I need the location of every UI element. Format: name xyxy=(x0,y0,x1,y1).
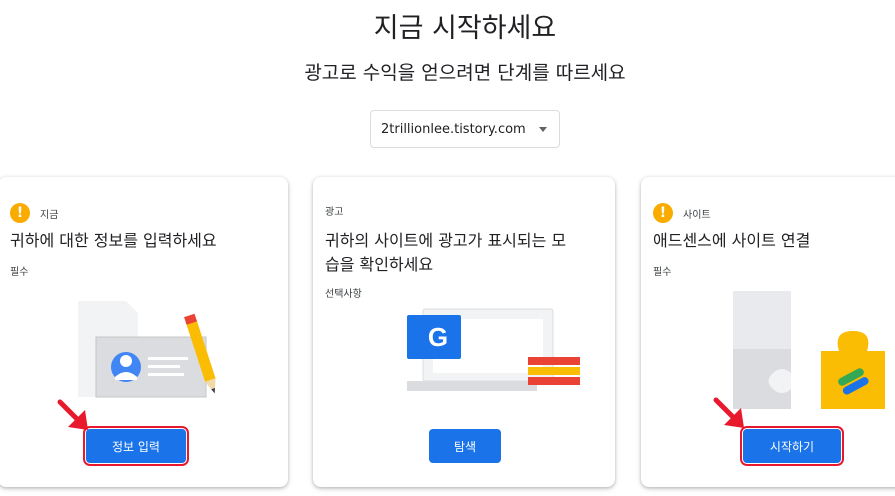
site-selector-dropdown[interactable]: 2trillionlee.tistory.com xyxy=(370,110,560,148)
card-status: ! 지금 xyxy=(10,203,58,223)
page-title: 지금 시작하세요 xyxy=(373,13,557,44)
card-title: 귀하의 사이트에 광고가 표시되는 모습을 확인하세요 xyxy=(325,231,567,274)
caret-down-icon xyxy=(539,127,547,132)
google-g-icon: G xyxy=(427,322,449,352)
card-title: 귀하에 대한 정보를 입력하세요 xyxy=(10,231,217,250)
card-status: 광고 xyxy=(325,203,343,218)
card-title: 애드센스에 사이트 연결 xyxy=(653,231,811,250)
card-connect-site: ! 사이트 애드센스에 사이트 연결 필수 시작하기 xyxy=(641,177,895,487)
card-status-label: 광고 xyxy=(325,207,344,218)
card-enter-info: ! 지금 귀하에 대한 정보를 입력하세요 필수 정보 입력 xyxy=(0,177,288,487)
explore-button[interactable]: 탐색 xyxy=(429,429,501,463)
card-optional-note: 선택사항 xyxy=(325,289,362,300)
card-status-label: 사이트 xyxy=(683,209,711,221)
warning-icon: ! xyxy=(10,203,30,223)
page-subtitle: 광고로 수익을 얻으려면 단계를 따르세요 xyxy=(304,62,626,84)
annotation-arrow-icon xyxy=(713,397,744,428)
card-status: ! 사이트 xyxy=(653,203,711,223)
card-required-note: 필수 xyxy=(10,267,29,278)
warning-icon: ! xyxy=(653,203,673,223)
puzzle-illustration xyxy=(733,291,885,409)
card-status-label: 지금 xyxy=(40,209,59,221)
card-required-note: 필수 xyxy=(653,267,672,278)
start-button[interactable]: 시작하기 xyxy=(740,426,844,466)
annotation-arrow-icon xyxy=(57,399,88,430)
profile-card-illustration xyxy=(78,301,216,398)
enter-info-button[interactable]: 정보 입력 xyxy=(83,426,189,466)
card-preview-ads: 광고 귀하의 사이트에 광고가 표시되는 모습을 확인하세요 선택사항 G 탐색 xyxy=(313,177,615,487)
site-selector-value: 2trillionlee.tistory.com xyxy=(381,121,526,137)
